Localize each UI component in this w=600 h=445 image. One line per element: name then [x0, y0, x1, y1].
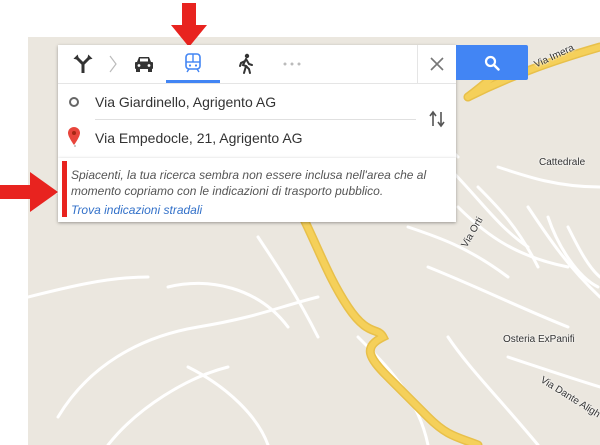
- car-icon: [135, 57, 153, 72]
- notice-message: Spiacenti, la tua ricerca sembra non ess…: [71, 168, 427, 198]
- search-button[interactable]: [456, 45, 528, 80]
- search-icon: [484, 55, 500, 71]
- destination-input[interactable]: Via Empedocle, 21, Agrigento AG: [95, 130, 303, 146]
- annotation-arrow-right: [0, 172, 58, 212]
- travel-mode-bar: [58, 45, 456, 84]
- route-icon: [73, 54, 93, 73]
- annotation-arrow-down: [171, 3, 207, 47]
- find-driving-directions-link[interactable]: Trova indicazioni stradali: [71, 203, 202, 217]
- map-label-cattedrale: Cattedrale: [539, 157, 586, 168]
- origin-input[interactable]: Via Giardinello, Agrigento AG: [95, 94, 276, 110]
- directions-panel: Via Giardinello, Agrigento AG Via Empedo…: [58, 45, 456, 158]
- swap-icon: [429, 110, 445, 128]
- notice-accent-bar: [62, 161, 67, 217]
- mode-more[interactable]: [270, 45, 314, 83]
- close-icon: [430, 57, 444, 71]
- transit-unavailable-notice: Spiacenti, la tua ricerca sembra non ess…: [58, 158, 456, 222]
- destination-row[interactable]: Via Empedocle, 21, Agrigento AG: [58, 120, 456, 158]
- chevron-right-icon: [109, 55, 117, 73]
- origin-circle-icon: [69, 97, 79, 107]
- mode-transit[interactable]: [166, 45, 220, 83]
- mode-separator: [106, 45, 120, 83]
- origin-row[interactable]: Via Giardinello, Agrigento AG: [58, 84, 456, 120]
- close-button[interactable]: [417, 45, 456, 83]
- map-pin-icon: [68, 127, 80, 145]
- mode-best-route[interactable]: [62, 45, 106, 83]
- swap-button[interactable]: [426, 108, 448, 130]
- mode-driving[interactable]: [122, 45, 166, 83]
- walk-icon: [239, 53, 253, 74]
- more-icon: [283, 62, 301, 66]
- map-label-osteria: Osteria ExPanifi: [503, 334, 575, 345]
- train-icon: [185, 52, 201, 72]
- mode-walking[interactable]: [224, 45, 268, 83]
